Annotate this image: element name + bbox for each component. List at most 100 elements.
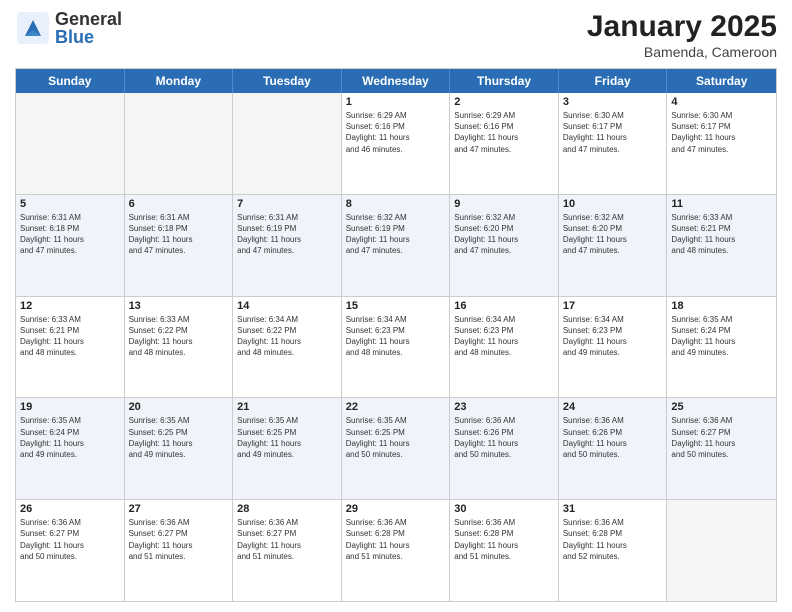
cell-info: Sunrise: 6:36 AM Sunset: 6:28 PM Dayligh… xyxy=(346,517,446,562)
header-day-thursday: Thursday xyxy=(450,69,559,93)
calendar-cell: 14 Sunrise: 6:34 AM Sunset: 6:22 PM Dayli… xyxy=(233,297,342,398)
cell-info: Sunrise: 6:32 AM Sunset: 6:19 PM Dayligh… xyxy=(346,212,446,257)
logo-icon xyxy=(15,10,51,46)
cell-info: Sunrise: 6:36 AM Sunset: 6:28 PM Dayligh… xyxy=(563,517,663,562)
header-day-wednesday: Wednesday xyxy=(342,69,451,93)
cell-info: Sunrise: 6:31 AM Sunset: 6:18 PM Dayligh… xyxy=(20,212,120,257)
month-title: January 2025 xyxy=(587,10,777,44)
day-number: 13 xyxy=(129,300,229,312)
calendar-cell: 5 Sunrise: 6:31 AM Sunset: 6:18 PM Daylig… xyxy=(16,195,125,296)
day-number: 30 xyxy=(454,503,554,515)
logo-general: General xyxy=(55,10,122,28)
calendar-cell xyxy=(125,93,234,194)
logo-text: General Blue xyxy=(55,10,122,46)
calendar-cell: 8 Sunrise: 6:32 AM Sunset: 6:19 PM Daylig… xyxy=(342,195,451,296)
day-number: 23 xyxy=(454,401,554,413)
calendar-row: 26 Sunrise: 6:36 AM Sunset: 6:27 PM Dayli… xyxy=(16,499,776,601)
cell-info: Sunrise: 6:35 AM Sunset: 6:24 PM Dayligh… xyxy=(20,415,120,460)
cell-info: Sunrise: 6:34 AM Sunset: 6:22 PM Dayligh… xyxy=(237,314,337,359)
calendar-cell: 25 Sunrise: 6:36 AM Sunset: 6:27 PM Dayli… xyxy=(667,398,776,499)
day-number: 17 xyxy=(563,300,663,312)
day-number: 10 xyxy=(563,198,663,210)
header-day-saturday: Saturday xyxy=(667,69,776,93)
cell-info: Sunrise: 6:29 AM Sunset: 6:16 PM Dayligh… xyxy=(346,110,446,155)
logo-blue: Blue xyxy=(55,28,122,46)
day-number: 16 xyxy=(454,300,554,312)
day-number: 8 xyxy=(346,198,446,210)
calendar-cell: 13 Sunrise: 6:33 AM Sunset: 6:22 PM Dayli… xyxy=(125,297,234,398)
calendar-body: 1 Sunrise: 6:29 AM Sunset: 6:16 PM Daylig… xyxy=(16,93,776,601)
day-number: 31 xyxy=(563,503,663,515)
calendar-cell: 17 Sunrise: 6:34 AM Sunset: 6:23 PM Dayli… xyxy=(559,297,668,398)
day-number: 4 xyxy=(671,96,772,108)
calendar-cell: 31 Sunrise: 6:36 AM Sunset: 6:28 PM Dayli… xyxy=(559,500,668,601)
calendar-row: 12 Sunrise: 6:33 AM Sunset: 6:21 PM Dayli… xyxy=(16,296,776,398)
calendar-cell: 9 Sunrise: 6:32 AM Sunset: 6:20 PM Daylig… xyxy=(450,195,559,296)
calendar-cell: 4 Sunrise: 6:30 AM Sunset: 6:17 PM Daylig… xyxy=(667,93,776,194)
cell-info: Sunrise: 6:36 AM Sunset: 6:27 PM Dayligh… xyxy=(129,517,229,562)
calendar-cell xyxy=(233,93,342,194)
day-number: 22 xyxy=(346,401,446,413)
cell-info: Sunrise: 6:31 AM Sunset: 6:19 PM Dayligh… xyxy=(237,212,337,257)
cell-info: Sunrise: 6:36 AM Sunset: 6:27 PM Dayligh… xyxy=(671,415,772,460)
cell-info: Sunrise: 6:29 AM Sunset: 6:16 PM Dayligh… xyxy=(454,110,554,155)
header: General Blue January 2025 Bamenda, Camer… xyxy=(15,10,777,60)
day-number: 14 xyxy=(237,300,337,312)
calendar-cell: 30 Sunrise: 6:36 AM Sunset: 6:28 PM Dayli… xyxy=(450,500,559,601)
cell-info: Sunrise: 6:35 AM Sunset: 6:24 PM Dayligh… xyxy=(671,314,772,359)
calendar-cell: 10 Sunrise: 6:32 AM Sunset: 6:20 PM Dayli… xyxy=(559,195,668,296)
day-number: 9 xyxy=(454,198,554,210)
day-number: 29 xyxy=(346,503,446,515)
day-number: 5 xyxy=(20,198,120,210)
day-number: 1 xyxy=(346,96,446,108)
header-day-sunday: Sunday xyxy=(16,69,125,93)
cell-info: Sunrise: 6:32 AM Sunset: 6:20 PM Dayligh… xyxy=(454,212,554,257)
calendar-row: 1 Sunrise: 6:29 AM Sunset: 6:16 PM Daylig… xyxy=(16,93,776,194)
calendar-cell: 11Sunrise: 6:33 AM Sunset: 6:21 PM Dayli… xyxy=(667,195,776,296)
day-number: 25 xyxy=(671,401,772,413)
calendar-cell: 24 Sunrise: 6:36 AM Sunset: 6:26 PM Dayli… xyxy=(559,398,668,499)
cell-info: Sunrise: 6:30 AM Sunset: 6:17 PM Dayligh… xyxy=(671,110,772,155)
calendar-cell: 15 Sunrise: 6:34 AM Sunset: 6:23 PM Dayli… xyxy=(342,297,451,398)
calendar-cell xyxy=(16,93,125,194)
day-number: 24 xyxy=(563,401,663,413)
calendar-cell: 6Sunrise: 6:31 AM Sunset: 6:18 PM Daylig… xyxy=(125,195,234,296)
day-number: 12 xyxy=(20,300,120,312)
calendar-cell: 27Sunrise: 6:36 AM Sunset: 6:27 PM Dayli… xyxy=(125,500,234,601)
cell-info: Sunrise: 6:34 AM Sunset: 6:23 PM Dayligh… xyxy=(563,314,663,359)
logo: General Blue xyxy=(15,10,122,46)
page: General Blue January 2025 Bamenda, Camer… xyxy=(0,0,792,612)
header-day-monday: Monday xyxy=(125,69,234,93)
calendar-cell xyxy=(667,500,776,601)
calendar-cell: 22 Sunrise: 6:35 AM Sunset: 6:25 PM Dayli… xyxy=(342,398,451,499)
header-day-friday: Friday xyxy=(559,69,668,93)
day-number: 15 xyxy=(346,300,446,312)
calendar-cell: 18Sunrise: 6:35 AM Sunset: 6:24 PM Dayli… xyxy=(667,297,776,398)
cell-info: Sunrise: 6:33 AM Sunset: 6:21 PM Dayligh… xyxy=(20,314,120,359)
day-number: 19 xyxy=(20,401,120,413)
calendar-cell: 26 Sunrise: 6:36 AM Sunset: 6:27 PM Dayli… xyxy=(16,500,125,601)
day-number: 21 xyxy=(237,401,337,413)
calendar-cell: 20Sunrise: 6:35 AM Sunset: 6:25 PM Dayli… xyxy=(125,398,234,499)
cell-info: Sunrise: 6:36 AM Sunset: 6:28 PM Dayligh… xyxy=(454,517,554,562)
day-number: 26 xyxy=(20,503,120,515)
day-number: 7 xyxy=(237,198,337,210)
calendar-cell: 23 Sunrise: 6:36 AM Sunset: 6:26 PM Dayli… xyxy=(450,398,559,499)
cell-info: Sunrise: 6:34 AM Sunset: 6:23 PM Dayligh… xyxy=(454,314,554,359)
cell-info: Sunrise: 6:34 AM Sunset: 6:23 PM Dayligh… xyxy=(346,314,446,359)
calendar-row: 5 Sunrise: 6:31 AM Sunset: 6:18 PM Daylig… xyxy=(16,194,776,296)
day-number: 3 xyxy=(563,96,663,108)
cell-info: Sunrise: 6:33 AM Sunset: 6:22 PM Dayligh… xyxy=(129,314,229,359)
cell-info: Sunrise: 6:36 AM Sunset: 6:26 PM Dayligh… xyxy=(563,415,663,460)
cell-info: Sunrise: 6:35 AM Sunset: 6:25 PM Dayligh… xyxy=(346,415,446,460)
calendar-cell: 16 Sunrise: 6:34 AM Sunset: 6:23 PM Dayli… xyxy=(450,297,559,398)
cell-info: Sunrise: 6:36 AM Sunset: 6:26 PM Dayligh… xyxy=(454,415,554,460)
cell-info: Sunrise: 6:36 AM Sunset: 6:27 PM Dayligh… xyxy=(237,517,337,562)
day-number: 20 xyxy=(129,401,229,413)
calendar-cell: 3 Sunrise: 6:30 AM Sunset: 6:17 PM Daylig… xyxy=(559,93,668,194)
cell-info: Sunrise: 6:30 AM Sunset: 6:17 PM Dayligh… xyxy=(563,110,663,155)
cell-info: Sunrise: 6:36 AM Sunset: 6:27 PM Dayligh… xyxy=(20,517,120,562)
cell-info: Sunrise: 6:32 AM Sunset: 6:20 PM Dayligh… xyxy=(563,212,663,257)
calendar-cell: 7 Sunrise: 6:31 AM Sunset: 6:19 PM Daylig… xyxy=(233,195,342,296)
calendar-cell: 28Sunrise: 6:36 AM Sunset: 6:27 PM Dayli… xyxy=(233,500,342,601)
